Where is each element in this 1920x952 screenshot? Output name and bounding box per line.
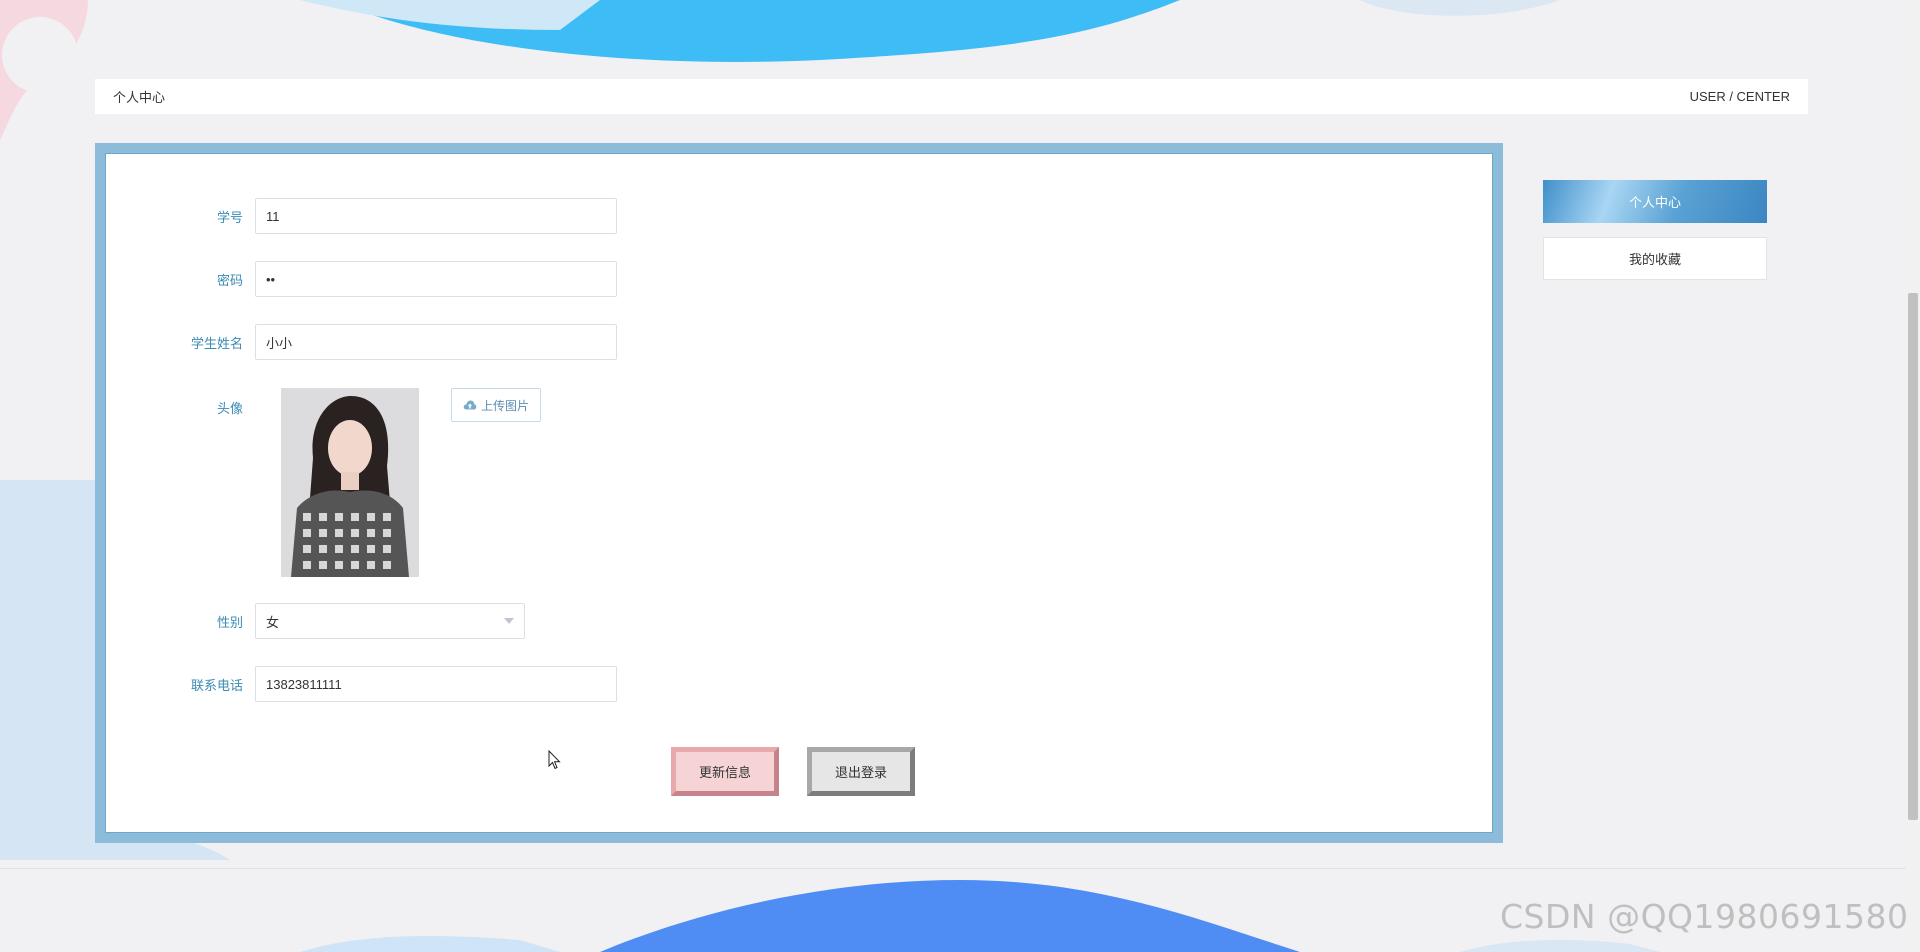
gender-select[interactable]: 女 xyxy=(255,603,525,639)
page-title: 个人中心 xyxy=(113,90,166,105)
password-input[interactable] xyxy=(255,261,617,297)
avatar-label: 头像 xyxy=(216,401,243,416)
side-menu-item-label: 我的收藏 xyxy=(1628,252,1681,267)
chevron-down-icon xyxy=(504,618,514,624)
avatar-photo xyxy=(281,388,419,577)
watermark-text: CSDN @QQ1980691580 xyxy=(1500,897,1909,936)
logout-label: 退出登录 xyxy=(834,765,887,780)
cloud-upload-icon xyxy=(463,400,477,410)
phone-row: 联系电话 xyxy=(105,666,617,702)
student-id-row: 学号 xyxy=(105,198,617,234)
side-menu-item-favorites[interactable]: 我的收藏 xyxy=(1543,237,1767,280)
mouse-cursor-icon xyxy=(548,750,561,770)
student-name-input[interactable] xyxy=(255,324,617,360)
password-row: 密码 xyxy=(105,261,617,297)
password-label: 密码 xyxy=(216,272,243,288)
profile-form-panel: 学号 密码 学生姓名 头像 xyxy=(95,143,1503,843)
avatar-image xyxy=(281,388,419,577)
update-info-button[interactable]: 更新信息 xyxy=(671,747,779,796)
logout-button[interactable]: 退出登录 xyxy=(807,747,915,796)
side-menu: 个人中心 我的收藏 xyxy=(1543,180,1767,294)
breadcrumb: 个人中心 USER / CENTER xyxy=(95,79,1808,114)
scrollbar-thumb[interactable] xyxy=(1908,293,1918,820)
student-name-row: 学生姓名 xyxy=(105,324,617,360)
student-name-label: 学生姓名 xyxy=(190,335,243,351)
student-id-input[interactable] xyxy=(255,198,617,234)
upload-image-button[interactable]: 上传图片 xyxy=(451,388,541,422)
phone-label: 联系电话 xyxy=(190,677,243,693)
page: 个人中心 USER / CENTER 学号 密码 学生姓名 头像 xyxy=(0,0,1920,952)
phone-input[interactable] xyxy=(255,666,617,702)
upload-image-label: 上传图片 xyxy=(480,398,529,413)
left-circle-decoration xyxy=(0,0,88,140)
side-menu-item-label: 个人中心 xyxy=(1628,195,1681,210)
update-info-label: 更新信息 xyxy=(698,765,751,780)
gender-row: 性别 女 xyxy=(105,603,525,639)
avatar-row: 头像 上传图片 xyxy=(105,388,541,577)
page-subtitle: USER / CENTER xyxy=(1689,89,1790,104)
side-menu-item-profile[interactable]: 个人中心 xyxy=(1543,180,1767,223)
gender-label: 性别 xyxy=(216,614,243,630)
footer-divider xyxy=(0,868,1906,869)
top-wave-decoration xyxy=(300,0,1560,62)
gender-value: 女 xyxy=(266,614,280,630)
student-id-label: 学号 xyxy=(216,209,243,225)
